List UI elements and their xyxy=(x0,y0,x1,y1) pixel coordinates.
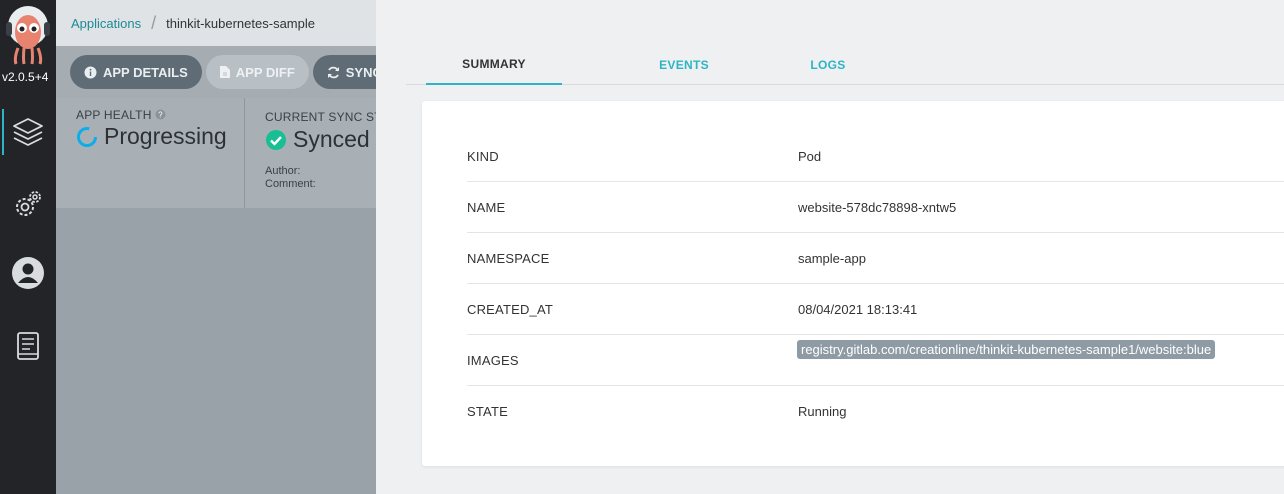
kind-label: KIND xyxy=(467,149,499,164)
breadcrumb-separator: / xyxy=(151,12,157,33)
summary-card: KIND Pod NAME website-578dc78898-xntw5 N… xyxy=(422,101,1284,466)
sync-status-label: CURRENT SYNC ST xyxy=(265,110,376,124)
layers-icon xyxy=(13,118,43,146)
file-icon xyxy=(219,66,230,78)
nav-applications[interactable] xyxy=(0,104,56,160)
state-value: Running xyxy=(798,404,847,419)
sync-button[interactable]: SYNC xyxy=(312,55,376,89)
check-circle-icon xyxy=(266,129,286,150)
tab-summary[interactable]: SUMMARY xyxy=(426,44,562,85)
status-divider xyxy=(244,98,245,208)
app-toolbar: APP DETAILS APP DIFF SYNC xyxy=(56,46,376,98)
images-label: IMAGES xyxy=(467,353,519,368)
breadcrumb: Applications / thinkit-kubernetes-sample xyxy=(56,0,376,46)
app-details-label: APP DETAILS xyxy=(103,64,188,80)
sync-label: SYNC xyxy=(345,64,376,80)
sync-status-section: CURRENT SYNC ST Synced Author: Comment: xyxy=(265,98,376,208)
summary-row-name: NAME website-578dc78898-xntw5 xyxy=(467,182,1284,233)
summary-row-images: IMAGES registry.gitlab.com/creationline/… xyxy=(467,335,1284,386)
summary-row-kind: KIND Pod xyxy=(467,131,1284,182)
namespace-label: NAMESPACE xyxy=(467,251,550,266)
app-diff-label: APP DIFF xyxy=(235,64,295,80)
breadcrumb-current: thinkit-kubernetes-sample xyxy=(166,15,315,31)
summary-row-namespace: NAMESPACE sample-app xyxy=(467,233,1284,284)
name-value: website-578dc78898-xntw5 xyxy=(798,200,957,215)
application-details-page: Applications / thinkit-kubernetes-sample… xyxy=(56,0,376,494)
created-at-value: 08/04/2021 18:13:41 xyxy=(798,302,918,317)
user-icon xyxy=(12,257,44,289)
nav-documentation[interactable] xyxy=(0,318,56,374)
namespace-value: sample-app xyxy=(798,251,866,266)
nav-settings[interactable] xyxy=(0,176,56,232)
tab-events[interactable]: EVENTS xyxy=(614,44,754,85)
app-health-label: APP HEALTH xyxy=(76,108,152,122)
name-label: NAME xyxy=(467,200,506,215)
sync-icon xyxy=(327,66,339,78)
created-at-label: CREATED_AT xyxy=(467,302,554,317)
app-health-value: Progressing xyxy=(104,123,227,149)
docs-icon xyxy=(17,332,39,360)
author-label: Author: xyxy=(265,165,301,177)
panel-tabs: SUMMARY EVENTS LOGS xyxy=(406,44,1284,85)
progressing-icon xyxy=(77,126,97,147)
version-label: v2.0.5+4 xyxy=(2,70,49,84)
resource-details-panel: SUMMARY EVENTS LOGS KIND Pod NAME websit… xyxy=(376,0,1284,494)
help-icon[interactable]: ? xyxy=(155,109,166,120)
comment-label: Comment: xyxy=(265,178,316,190)
left-nav: v2.0.5+4 xyxy=(0,0,56,494)
app-details-button[interactable]: APP DETAILS xyxy=(70,55,202,89)
sync-status-value: Synced xyxy=(293,126,370,152)
tab-logs[interactable]: LOGS xyxy=(778,44,878,85)
svg-text:?: ? xyxy=(158,110,163,119)
nav-user-info[interactable] xyxy=(0,245,56,301)
info-icon xyxy=(84,66,97,78)
summary-row-state: STATE Running xyxy=(467,386,1284,437)
gears-icon xyxy=(16,191,41,216)
state-label: STATE xyxy=(467,404,508,419)
app-diff-button[interactable]: APP DIFF xyxy=(205,55,309,89)
app-health-section: APP HEALTH ? Progressing xyxy=(76,98,227,208)
status-panel: APP HEALTH ? Progressing CURRENT SYNC ST… xyxy=(56,98,376,208)
kind-value: Pod xyxy=(798,149,822,164)
summary-row-created-at: CREATED_AT 08/04/2021 18:13:41 xyxy=(467,284,1284,335)
argo-logo[interactable] xyxy=(4,4,52,66)
breadcrumb-applications-link[interactable]: Applications xyxy=(71,16,141,31)
image-tag: registry.gitlab.com/creationline/thinkit… xyxy=(797,340,1216,359)
